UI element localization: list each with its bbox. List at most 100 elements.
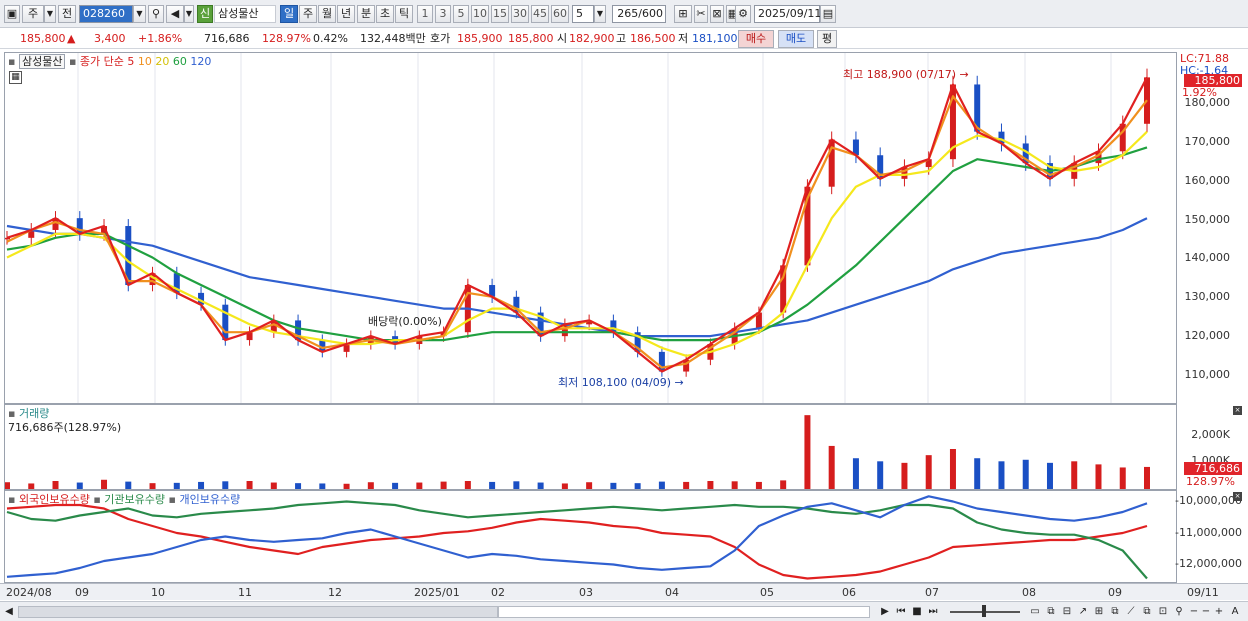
speaker-icon[interactable]: ◀ — [166, 5, 184, 23]
institution-holding-line — [6, 500, 1148, 580]
period-minute[interactable]: 분 — [357, 5, 375, 23]
holding-close-icon[interactable]: × — [1233, 492, 1242, 501]
high-annotation: 최고 188,900 (07/17) → — [843, 68, 969, 81]
stop-icon[interactable]: ■ — [911, 605, 923, 619]
zoom-in-icon[interactable]: + — [1213, 605, 1225, 619]
turnover-pct: 0.42% — [313, 32, 348, 45]
period-tick[interactable]: 틱 — [395, 5, 413, 23]
sell-button[interactable]: 매도 — [778, 30, 814, 48]
scroll-left-icon[interactable]: ◀ — [4, 605, 14, 619]
holding-axis: -10,000,000 -11,000,000 -12,000,000 — [1175, 490, 1244, 583]
calendar-icon[interactable]: ▤ — [820, 5, 836, 23]
date-label: 05 — [760, 586, 774, 599]
period-second[interactable]: 초 — [376, 5, 394, 23]
period-week[interactable]: 주 — [299, 5, 317, 23]
legend-bullet-icon: ▪ — [8, 55, 16, 68]
code-dropdown-icon[interactable]: ▼ — [133, 5, 146, 23]
ma-60: 60 — [172, 55, 187, 68]
low-label: 저 — [678, 32, 689, 45]
volume-close-icon[interactable]: × — [1233, 406, 1242, 415]
ytick-170000: 170,000 — [1184, 135, 1231, 148]
line-tool-icon[interactable]: ⟋ — [1124, 605, 1138, 619]
count-field[interactable]: 265/600 — [612, 5, 666, 23]
interval-30[interactable]: 30 — [511, 5, 529, 23]
calculator-icon[interactable]: ▦ — [9, 71, 22, 84]
volume-bar — [683, 481, 690, 489]
date-label: 09 — [1108, 586, 1122, 599]
date-label: 03 — [579, 586, 593, 599]
period-year[interactable]: 년 — [337, 5, 355, 23]
volume-bar — [586, 482, 593, 489]
interval-3[interactable]: 3 — [435, 5, 451, 23]
custom-interval-input[interactable]: 5 — [572, 5, 594, 23]
prev-button[interactable]: 전 — [58, 5, 76, 23]
zoom-search-icon[interactable]: ⚲ — [1172, 605, 1186, 619]
split-icon[interactable]: ⊠ — [710, 5, 724, 23]
interval-1[interactable]: 1 — [417, 5, 433, 23]
legend-institution: 기관보유수량 — [104, 493, 166, 506]
zoom-slider-handle[interactable] — [982, 605, 986, 617]
overlay-icon[interactable]: ⧉ — [1108, 605, 1122, 619]
go-first-icon[interactable]: ⏮ — [895, 605, 907, 619]
zoom-out-icon[interactable]: − — [1188, 605, 1200, 619]
minus-icon[interactable]: − — [1201, 605, 1211, 619]
go-last-icon[interactable]: ⏭ — [927, 605, 939, 619]
count-total: /600 — [638, 7, 663, 20]
market-select[interactable]: 주 — [22, 5, 44, 23]
interval-45[interactable]: 45 — [531, 5, 549, 23]
volume-bar — [731, 481, 738, 489]
scroll-thumb[interactable] — [498, 606, 870, 618]
high-annotation-text: 최고 188,900 (07/17) — [843, 68, 957, 81]
date-input[interactable]: 2025/09/11 — [754, 5, 821, 23]
drawing-tool-icon[interactable]: ⊡ — [1156, 605, 1170, 619]
layout-icon[interactable]: ▣ — [4, 5, 20, 23]
new-badge: 신 — [197, 5, 213, 23]
legend-individual: 개인보유수량 — [179, 493, 241, 506]
interval-10[interactable]: 10 — [471, 5, 489, 23]
volume-bar — [173, 482, 180, 489]
interval-dropdown-icon[interactable]: ▼ — [594, 5, 606, 23]
period-day[interactable]: 일 — [280, 5, 298, 23]
settings-gear-icon[interactable]: ⚙ — [735, 5, 751, 23]
search-icon[interactable]: ⚲ — [148, 5, 164, 23]
font-size-icon[interactable]: A — [1228, 605, 1242, 619]
ytick-160000: 160,000 — [1184, 174, 1231, 187]
market-dropdown-icon[interactable]: ▼ — [44, 5, 56, 23]
window-icon[interactable]: ▭ — [1028, 605, 1042, 619]
count-value: 265 — [617, 7, 639, 20]
volume-bar — [561, 483, 568, 489]
evaluate-button[interactable]: 평 — [817, 30, 837, 48]
volume-bar — [392, 482, 399, 489]
tile-icon[interactable]: ⊟ — [1060, 605, 1074, 619]
period-month[interactable]: 월 — [318, 5, 336, 23]
volume-bar — [780, 480, 787, 489]
volume-chart[interactable] — [5, 405, 1177, 489]
layout-window-icon[interactable]: ⧉ — [1140, 605, 1154, 619]
price-panel-title[interactable]: 삼성물산 — [18, 54, 66, 69]
volume-bar — [1095, 464, 1102, 489]
interval-60[interactable]: 60 — [551, 5, 569, 23]
speaker-dropdown-icon[interactable]: ▼ — [184, 5, 194, 23]
date-label: 10 — [151, 586, 165, 599]
scroll-right-icon[interactable]: ▶ — [880, 605, 890, 619]
interval-15[interactable]: 15 — [491, 5, 509, 23]
interval-5[interactable]: 5 — [453, 5, 469, 23]
low-annotation: 최저 108,100 (04/09) → — [558, 376, 684, 389]
volume-bar — [222, 481, 229, 489]
chart-scrollbar[interactable]: ◀ ▶ ⏮ ■ ⏭ ▭ ⧉ ⊟ ↗ ⊞ ⧉ ⟋ ⧉ ⊡ ⚲ − − + A — [0, 601, 1248, 621]
buy-button[interactable]: 매수 — [738, 30, 774, 48]
date-label: 08 — [1022, 586, 1036, 599]
volume-bar — [537, 482, 544, 489]
date-label: 09 — [75, 586, 89, 599]
date-right-label: 09/11 — [1187, 586, 1219, 599]
stock-code-input[interactable]: 028260 — [79, 5, 133, 23]
last-volume-pct: 128.97% — [1186, 475, 1235, 488]
split-window-icon[interactable]: ⧉ — [1044, 605, 1058, 619]
scissors-icon[interactable]: ✂ — [694, 5, 708, 23]
last-price-tag: 185,800 — [1184, 74, 1242, 87]
scroll-track[interactable] — [18, 606, 498, 618]
chart-type-icon[interactable]: ↗ — [1076, 605, 1090, 619]
compare-icon[interactable]: ⊞ — [1092, 605, 1106, 619]
candle-icon[interactable]: ⊞ — [674, 5, 692, 23]
price-chart[interactable] — [5, 53, 1177, 403]
